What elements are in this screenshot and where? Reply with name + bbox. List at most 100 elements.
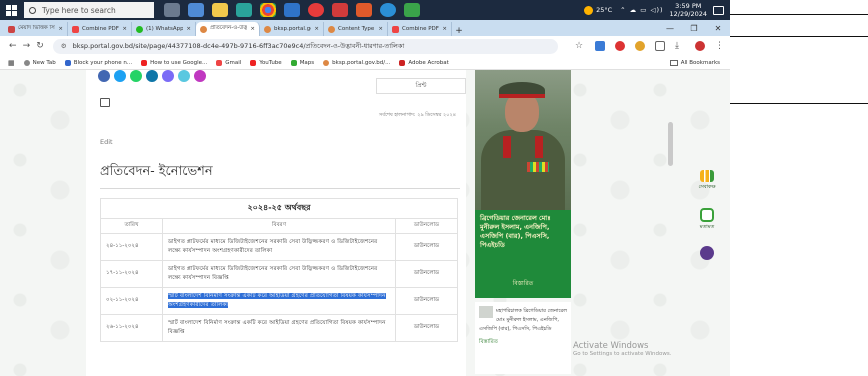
app-icon-colorful[interactable]	[188, 3, 204, 17]
tab-active[interactable]: প্রতিবেদন-ও-উদ্ভাবন ×	[196, 22, 260, 36]
linkedin-icon[interactable]	[146, 70, 158, 82]
twitter-icon[interactable]	[114, 70, 126, 82]
bookmark-item[interactable]: New Tab	[23, 59, 56, 66]
bookmark-item[interactable]: How to use Google...	[141, 59, 207, 66]
tray-icons[interactable]: ⌃ ☁ ▭ ◁))	[620, 6, 663, 14]
weather-widget[interactable]: 25°C	[584, 5, 612, 15]
sidebar-item[interactable]: মহাপরিচালক ব্রিগেডিয়ার জেনারেল মোঃ মুনী…	[475, 302, 571, 374]
app-icon-green[interactable]	[404, 3, 420, 17]
task-view-icon[interactable]	[164, 3, 180, 17]
sidebar-details-link[interactable]: বিস্তারিত	[479, 339, 567, 347]
menu-icon[interactable]: ⋮	[715, 41, 725, 51]
table-row: ২৬-১১-২০২৪ স্মার্ট বাংলাদেশ বিনির্মাণ সং…	[100, 314, 458, 342]
bookmark-favicon	[323, 59, 330, 66]
taskbar-search[interactable]: Type here to search	[24, 2, 154, 18]
reload-button[interactable]: ↻	[33, 41, 47, 51]
stats-label: সেবাকক্ষ	[698, 184, 716, 190]
tab-close-icon[interactable]: ×	[250, 26, 255, 32]
bookmark-item[interactable]: Adobe Acrobat	[399, 59, 449, 66]
divider-line	[730, 36, 868, 37]
tab[interactable]: bksp.portal.gov ×	[260, 22, 324, 36]
all-bookmarks-button[interactable]: All Bookmarks	[669, 59, 720, 66]
edit-link[interactable]: Edit	[100, 138, 113, 146]
office-icon[interactable]	[356, 3, 372, 17]
download-link[interactable]: ডাউনলোড	[395, 287, 458, 315]
bookmark-favicon	[250, 59, 257, 66]
bookmark-item[interactable]: Block your phone n...	[64, 59, 132, 66]
app-icon-teal[interactable]	[236, 3, 252, 17]
download-link[interactable]: ডাউনলোড	[395, 260, 458, 288]
folder-icon	[669, 59, 678, 66]
row-subject[interactable]: স্মার্ট বাংলাদেশ বিনির্মাণ সংক্রান্ত একট…	[162, 287, 396, 315]
tab[interactable]: মেয়াদ ভিত্তিক সিট রিপোর্ট ×	[4, 22, 68, 36]
window-controls: — ❐ ✕	[658, 20, 730, 36]
officer-details-link[interactable]: বিস্তারিত	[475, 278, 571, 289]
feedback-button[interactable]: মতামত	[692, 208, 722, 232]
stats-button[interactable]: সেবাকক্ষ	[692, 170, 722, 192]
clock[interactable]: 3:59 PM 12/29/2024	[670, 2, 707, 18]
sidebar-thumbnail	[479, 306, 493, 318]
download-icon[interactable]: ⤓	[675, 41, 685, 51]
extensions-icon[interactable]	[655, 41, 665, 51]
email-icon[interactable]	[178, 70, 190, 82]
site-info-icon[interactable]: ⚙	[61, 42, 67, 50]
fiscal-year-heading: ২০২৪-২৫ অর্থবছর	[100, 198, 458, 219]
file-explorer-icon[interactable]	[212, 3, 228, 17]
extension-icon-blue[interactable]	[595, 41, 605, 51]
profile-avatar[interactable]	[695, 41, 705, 51]
photo-ribbons	[527, 162, 549, 172]
tab[interactable]: (1) WhatsApp ×	[132, 22, 196, 36]
apps-icon[interactable]: ▦	[8, 59, 15, 67]
tab-close-icon[interactable]: ×	[378, 26, 383, 32]
tab[interactable]: Content Type ×	[324, 22, 388, 36]
tab-close-icon[interactable]: ×	[58, 26, 63, 32]
tab-close-icon[interactable]: ×	[186, 26, 191, 32]
info-icon	[700, 246, 714, 260]
whatsapp-icon[interactable]	[130, 70, 142, 82]
messenger-icon[interactable]	[162, 70, 174, 82]
opera-icon[interactable]	[308, 3, 324, 17]
table-header-row: তারিখ বিবরণ ডাউনলোড	[100, 218, 458, 234]
notification-icon[interactable]	[713, 5, 724, 15]
download-link[interactable]: ডাউনলোড	[395, 314, 458, 342]
app-icon-red[interactable]	[332, 3, 348, 17]
share-icon[interactable]	[194, 70, 206, 82]
back-button[interactable]: ←	[6, 41, 20, 51]
tab-close-icon[interactable]: ×	[314, 26, 319, 32]
row-date: ২৪-১১-২০২৪	[100, 233, 163, 261]
selected-text: স্মার্ট বাংলাদেশ বিনির্মাণ সংক্রান্ত একট…	[168, 293, 386, 308]
print-button[interactable]: প্রিন্ট	[376, 78, 466, 94]
download-link[interactable]: ডাউনলোড	[395, 233, 458, 261]
bookmark-item[interactable]: Maps	[290, 59, 314, 66]
tab[interactable]: Combine PDF - ×	[388, 22, 452, 36]
bookmark-label: Adobe Acrobat	[408, 59, 449, 66]
toolbar-icons: ☆ ⤓ ⋮	[570, 41, 730, 51]
url-field[interactable]: ⚙ bksp.portal.gov.bd/site/page/44377108-…	[52, 38, 558, 54]
bookmark-item[interactable]: bksp.portal.gov.bd/...	[323, 59, 390, 66]
extension-icon-colorful[interactable]	[635, 41, 645, 51]
tab-close-icon[interactable]: ×	[122, 26, 127, 32]
scrollbar-thumb[interactable]	[668, 122, 673, 166]
bookmark-item[interactable]: Gmail	[216, 59, 241, 66]
tab-close-icon[interactable]: ×	[442, 26, 447, 32]
tab[interactable]: Combine PDF - ×	[68, 22, 132, 36]
info-button[interactable]	[692, 246, 722, 262]
chrome-icon[interactable]	[260, 3, 276, 17]
row-date: ০২-১১-২০২৪	[100, 287, 163, 315]
close-button[interactable]: ✕	[706, 24, 730, 33]
maximize-button[interactable]: ❐	[682, 24, 706, 33]
photo-uniform	[481, 130, 565, 210]
bookmark-item[interactable]: YouTube	[250, 59, 282, 66]
table-row: ১৭-১১-২০২৪ ডাইগত প্লাটফর্মের মাধ্যমে ডিজ…	[100, 260, 458, 288]
new-tab-button[interactable]: +	[452, 26, 466, 36]
bookmark-star-icon[interactable]: ☆	[575, 41, 585, 51]
app-icon-blue[interactable]	[284, 3, 300, 17]
tab-favicon	[72, 25, 79, 33]
minimize-button[interactable]: —	[658, 24, 682, 33]
facebook-icon[interactable]	[98, 70, 110, 82]
edge-icon[interactable]	[380, 3, 396, 17]
forward-button[interactable]: →	[20, 41, 34, 51]
print-icon[interactable]	[100, 98, 110, 107]
extension-icon-red[interactable]	[615, 41, 625, 51]
start-button[interactable]	[0, 0, 22, 20]
